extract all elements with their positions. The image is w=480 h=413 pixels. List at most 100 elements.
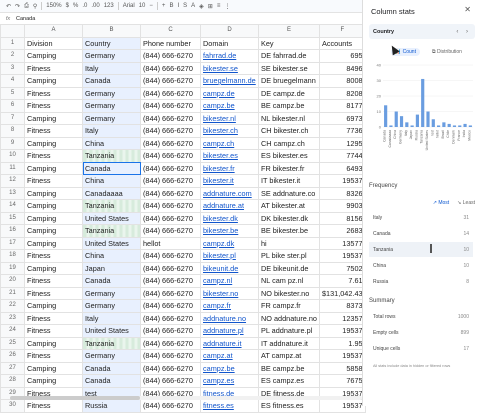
column-selector[interactable]: Country ‹ ›	[369, 24, 475, 39]
row-header[interactable]: 8	[0, 124, 25, 138]
cell-e27[interactable]: BE campz.be	[258, 361, 320, 375]
frequency-row[interactable]: Canada 14	[369, 226, 473, 241]
cell-e1[interactable]: Key	[258, 36, 320, 50]
cell-f14[interactable]: 9903	[318, 199, 366, 213]
cell-c20[interactable]: (844) 666-6270	[140, 274, 201, 288]
chart-bar[interactable]	[463, 123, 467, 127]
cell-f24[interactable]: 19537	[318, 324, 366, 338]
horizontal-scrollbar[interactable]	[10, 396, 362, 400]
toolbar-item-18[interactable]: ◈	[199, 3, 204, 10]
cell-d19[interactable]: bikeunit.de	[200, 261, 259, 275]
cell-c11[interactable]: (844) 666-6270	[140, 161, 201, 175]
toolbar-item-19[interactable]: ⊞	[208, 3, 213, 10]
cell-c21[interactable]: (844) 666-6270	[140, 286, 201, 300]
cell-e20[interactable]: NL cam pz.nl	[258, 274, 320, 288]
toolbar-item-1[interactable]: ↷	[15, 3, 20, 10]
chart-bar[interactable]	[468, 125, 472, 127]
cell-f13[interactable]: 8326	[318, 186, 366, 200]
cell-c23[interactable]: (844) 666-6270	[140, 311, 201, 325]
cell-c6[interactable]: (844) 666-6270	[140, 99, 201, 113]
chart-bar[interactable]	[447, 123, 451, 127]
cell-d14[interactable]: addnature.at	[200, 199, 259, 213]
cell-a21[interactable]: Fitness	[24, 286, 83, 300]
cell-e15[interactable]: DK bikester.dk	[258, 211, 320, 225]
row-header[interactable]: 12	[0, 174, 25, 188]
row-header[interactable]: 22	[0, 299, 25, 313]
close-icon[interactable]: ✕	[464, 5, 471, 14]
cell-e10[interactable]: ES bikester.es	[258, 149, 320, 163]
row-header[interactable]: 20	[0, 274, 25, 288]
cell-c9[interactable]: (844) 666-6270	[140, 136, 201, 150]
cell-d5[interactable]: campz.de	[200, 86, 259, 100]
cell-e23[interactable]: NO addnature.no	[258, 311, 320, 325]
cell-b24[interactable]: United States	[82, 324, 141, 338]
toolbar-item-4[interactable]: 150%	[46, 3, 61, 9]
cell-b17[interactable]: United States	[82, 236, 141, 250]
frequency-row[interactable]: Tanzania 10	[369, 242, 473, 257]
cell-c10[interactable]: (844) 666-6270	[140, 149, 201, 163]
column-header-d[interactable]: D	[200, 24, 259, 38]
cell-d28[interactable]: campz.es	[200, 374, 259, 388]
toolbar-item-13[interactable]: +	[162, 3, 166, 9]
cell-d16[interactable]: bikester.be	[200, 224, 259, 238]
cell-b28[interactable]: Canada	[82, 374, 141, 388]
row-header[interactable]: 14	[0, 199, 25, 213]
cell-a12[interactable]: Fitness	[24, 174, 83, 188]
cell-d7[interactable]: bikester.nl	[200, 111, 259, 125]
cell-f2[interactable]: 695	[318, 49, 366, 63]
chart-bar[interactable]	[405, 122, 409, 127]
cell-c14[interactable]: (844) 666-6270	[140, 199, 201, 213]
cell-b14[interactable]: Tanzania	[82, 199, 141, 213]
cell-d4[interactable]: bruegelmann.de	[200, 74, 259, 88]
row-header[interactable]: 4	[0, 74, 25, 88]
cell-d22[interactable]: campz.fr	[200, 299, 259, 313]
cell-a22[interactable]: Camping	[24, 299, 83, 313]
column-header-a[interactable]: A	[24, 24, 83, 38]
toolbar-item-11[interactable]: 10	[139, 3, 146, 9]
cell-c5[interactable]: (844) 666-6270	[140, 86, 201, 100]
cell-c27[interactable]: (844) 666-6270	[140, 361, 201, 375]
cell-f4[interactable]: 8008	[318, 74, 366, 88]
cell-a26[interactable]: Fitness	[24, 349, 83, 363]
cell-f17[interactable]: 13577	[318, 236, 366, 250]
chart-bar[interactable]	[437, 125, 441, 127]
most-button[interactable]: ↗ Most	[433, 200, 449, 206]
cell-c13[interactable]: (844) 666-6270	[140, 186, 201, 200]
cell-f19[interactable]: 7502	[318, 261, 366, 275]
cell-a6[interactable]: Fitness	[24, 99, 83, 113]
cell-e24[interactable]: PL addnature.pl	[258, 324, 320, 338]
cell-c25[interactable]: (844) 666-6270	[140, 336, 201, 350]
row-header[interactable]: 10	[0, 149, 25, 163]
cell-f5[interactable]: 8208	[318, 86, 366, 100]
toolbar-item-8[interactable]: .00	[91, 3, 99, 9]
cell-f9[interactable]: 1295	[318, 136, 366, 150]
toolbar-item-21[interactable]: ⋮	[224, 3, 230, 10]
cell-d25[interactable]: addnature.it	[200, 336, 259, 350]
cell-e13[interactable]: SE addnature.co	[258, 186, 320, 200]
cell-f6[interactable]: 8177	[318, 99, 366, 113]
cell-a4[interactable]: Camping	[24, 74, 83, 88]
chart-bar[interactable]	[399, 116, 404, 127]
row-header[interactable]: 3	[0, 61, 25, 75]
toolbar-item-10[interactable]: Arial	[123, 3, 135, 9]
frequency-row[interactable]: Italy 31	[369, 210, 473, 225]
cell-c26[interactable]: (844) 666-6270	[140, 349, 201, 363]
row-header[interactable]: 5	[0, 86, 25, 100]
distribution-toggle[interactable]: ⧉ Distribution	[428, 48, 466, 56]
cell-b1[interactable]: Country	[82, 36, 141, 50]
cell-a2[interactable]: Camping	[24, 49, 83, 63]
row-header[interactable]: 7	[0, 111, 25, 125]
cell-b12[interactable]: China	[82, 174, 141, 188]
cell-c15[interactable]: (844) 666-6270	[140, 211, 201, 225]
toolbar-item-16[interactable]: S	[183, 3, 187, 9]
cell-e2[interactable]: DE fahrrad.de	[258, 49, 320, 63]
row-header[interactable]: 15	[0, 211, 25, 225]
cell-a15[interactable]: Camping	[24, 211, 83, 225]
cell-b18[interactable]: China	[82, 249, 141, 263]
cell-b22[interactable]: Germany	[82, 299, 141, 313]
column-header-c[interactable]: C	[140, 24, 201, 38]
cell-a18[interactable]: Fitness	[24, 249, 83, 263]
cell-a11[interactable]: Camping	[24, 161, 83, 175]
cell-b20[interactable]: Canada	[82, 274, 141, 288]
cell-d20[interactable]: campz.nl	[200, 274, 259, 288]
